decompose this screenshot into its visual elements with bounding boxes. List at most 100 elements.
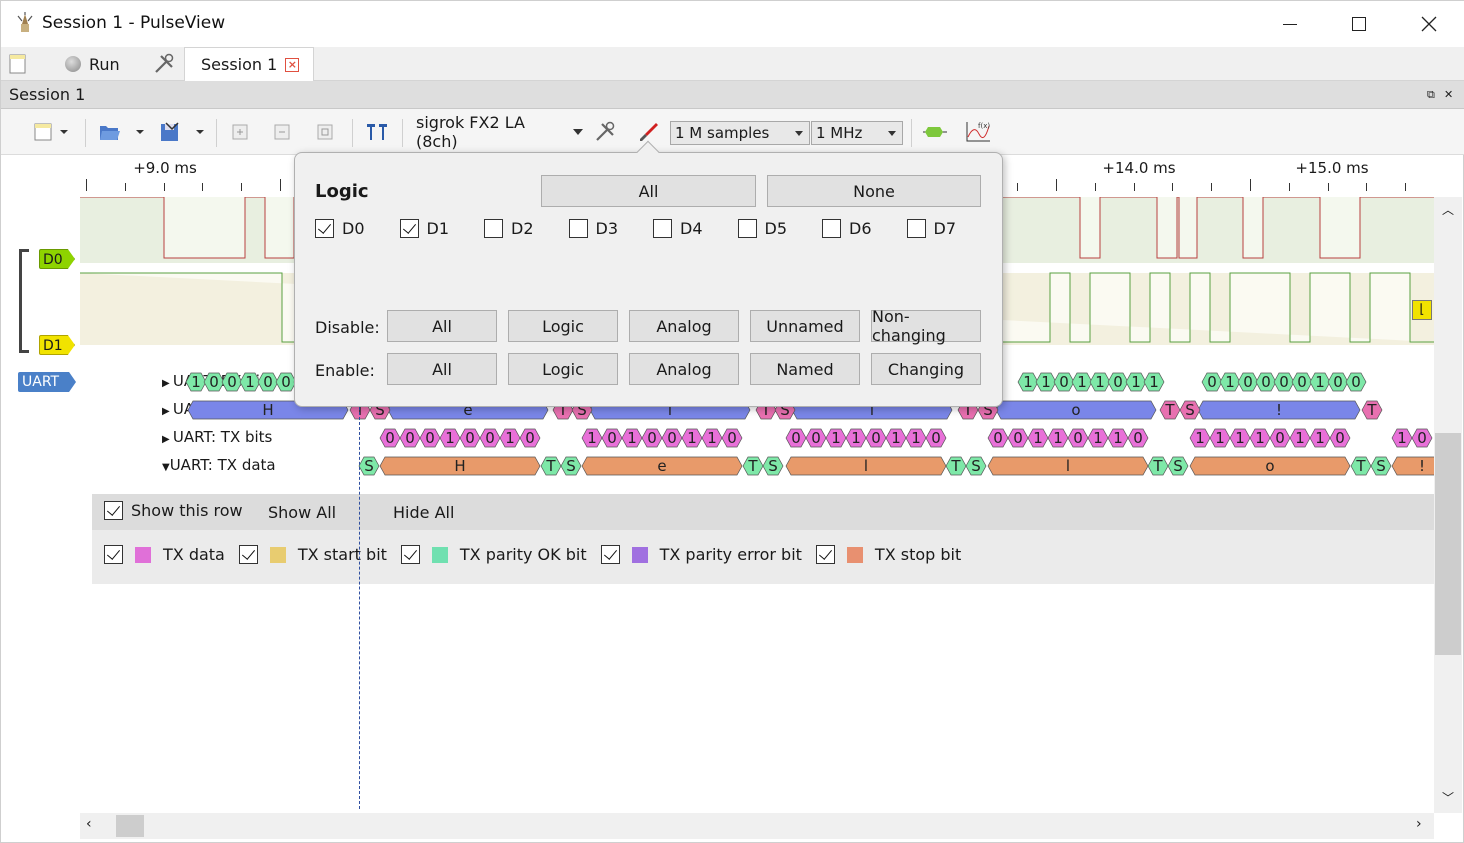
disable-all-button[interactable]: All [387,310,497,342]
select-none-button[interactable]: None [767,175,981,207]
show-this-row-checkbox[interactable]: Show this row [104,501,243,520]
device-label: sigrok FX2 LA (8ch) [416,113,525,151]
minimize-button[interactable] [1255,1,1325,47]
tx-data-byte-text: l [864,457,868,475]
annotation-class-checkbox[interactable]: TX stop bit [815,545,961,564]
annotation-class-checkbox[interactable]: TX start bit [238,545,387,564]
channel-checkbox-d3[interactable]: D3 [568,219,618,238]
checkbox-label: Show this row [131,501,243,520]
chevron-down-icon [573,129,583,135]
device-config-button[interactable] [591,117,619,147]
tx-data-byte [1391,456,1434,476]
zoom-in-icon [232,124,248,140]
rx-bit-text: 1 [1023,373,1033,391]
enable-named-button[interactable]: Named [750,353,860,385]
tx-bit-text: 1 [1215,429,1225,447]
annotation-class-label: TX start bit [297,545,387,564]
new-view-button[interactable] [27,117,75,147]
channel-checkbox-d1[interactable]: D1 [399,219,449,238]
channel-label-d0[interactable]: D0 [39,249,75,269]
enable-logic-button[interactable]: Logic [508,353,618,385]
tx-data-byte-text: o [1265,457,1274,475]
zoom-in-button[interactable] [227,117,253,147]
enable-analog-button[interactable]: Analog [629,353,739,385]
enable-all-button[interactable]: All [387,353,497,385]
close-tab-icon[interactable]: × [285,57,300,72]
hide-all-button[interactable]: Hide All [393,503,454,522]
run-button[interactable]: Run [65,49,120,79]
math-signal-button[interactable]: f(x) [963,117,993,147]
vertical-scrollbar[interactable]: ︿ ﹀ [1434,197,1462,813]
settings-button[interactable] [153,49,175,79]
disable-logic-button[interactable]: Logic [508,310,618,342]
maximize-button[interactable] [1324,1,1394,47]
device-selector[interactable]: sigrok FX2 LA (8ch) [411,113,583,151]
scroll-up-icon[interactable]: ︿ [1442,201,1454,218]
float-dock-icon[interactable]: ⧉ [1427,81,1435,109]
tx-bit-text: 1 [1053,429,1063,447]
scroll-right-icon[interactable]: › [1416,816,1422,832]
sample-count-select[interactable]: 1 M samples [670,121,810,145]
decoder-group-label[interactable]: UART [18,372,76,392]
scroll-down-icon[interactable]: ﹀ [1442,789,1454,806]
channel-checkbox-d4[interactable]: D4 [653,219,703,238]
ruler-tick [202,183,204,191]
tx-bit-text: 0 [1013,429,1023,447]
checkbox-box [906,219,926,238]
horizontal-scroll-thumb[interactable] [116,815,144,837]
channel-checkbox-d6[interactable]: D6 [822,219,872,238]
tx-bit-text: 0 [1275,429,1285,447]
ruler-tick [1133,183,1135,191]
zoom-out-button[interactable] [269,117,295,147]
checkbox-box [653,219,672,238]
disable-analog-button[interactable]: Analog [629,310,739,342]
channel-checkbox-d7[interactable]: D7 [906,219,956,238]
rx-data-byte-text: ! [1276,401,1282,419]
show-all-button[interactable]: Show All [268,503,336,522]
tx-data-byte-text: e [657,457,666,475]
tx-marker-text: T [950,457,961,475]
ruler-tick [1405,183,1407,191]
horizontal-scrollbar[interactable]: ‹ › [80,813,1434,839]
cursors-button[interactable] [363,117,391,147]
rx-bit-text: 0 [1207,373,1217,391]
checkbox-box [104,501,123,520]
channel-checkbox-d2[interactable]: D2 [484,219,534,238]
zoom-fit-button[interactable] [312,117,338,147]
annotation-class-checkbox[interactable]: TX data [104,545,225,564]
channel-label-d1[interactable]: D1 [39,335,75,355]
open-button[interactable] [95,117,147,147]
channel-checkbox-d0[interactable]: D0 [315,219,365,238]
tab-session-1[interactable]: Session 1 × [184,47,314,81]
configure-icon [596,121,615,141]
ruler-tick [1172,183,1174,191]
checkbox-box [484,219,503,238]
sample-rate-select[interactable]: 1 MHz [811,121,903,145]
annotation-class-label: TX parity OK bit [459,545,587,564]
tx-marker-text: S [1376,457,1386,475]
disable-unnamed-button[interactable]: Unnamed [750,310,860,342]
rx-bit-text: 0 [1113,373,1123,391]
tx-bit-text: 1 [707,429,717,447]
vertical-scroll-thumb[interactable] [1435,433,1461,655]
tx-bit-text: 1 [891,429,901,447]
rx-marker-text: T [1164,401,1175,419]
annotation-class-checkbox[interactable]: TX parity error bit [600,545,802,564]
enable-changing-button[interactable]: Changing [871,353,981,385]
add-decoder-button[interactable] [921,117,949,147]
disable-non-changing-button[interactable]: Non-changing [871,307,981,345]
close-window-button[interactable] [1394,1,1464,47]
annotation-class-checkbox[interactable]: TX parity OK bit [400,545,587,564]
row-settings-panel: Show this row Show All Hide All TX data T… [92,494,1434,584]
close-dock-icon[interactable]: ✕ [1444,81,1453,109]
channel-checkbox-d5[interactable]: D5 [737,219,787,238]
channel-checkbox-label: D6 [849,219,872,238]
new-session-button[interactable] [9,49,27,79]
checkbox-box [315,219,334,238]
rx-marker-text: S [1185,401,1195,419]
enable-label: Enable: [315,361,375,380]
scroll-left-icon[interactable]: ‹ [86,816,92,832]
rx-bit-text: 0 [1279,373,1289,391]
select-all-button[interactable]: All [541,175,756,207]
save-button[interactable] [157,117,209,147]
